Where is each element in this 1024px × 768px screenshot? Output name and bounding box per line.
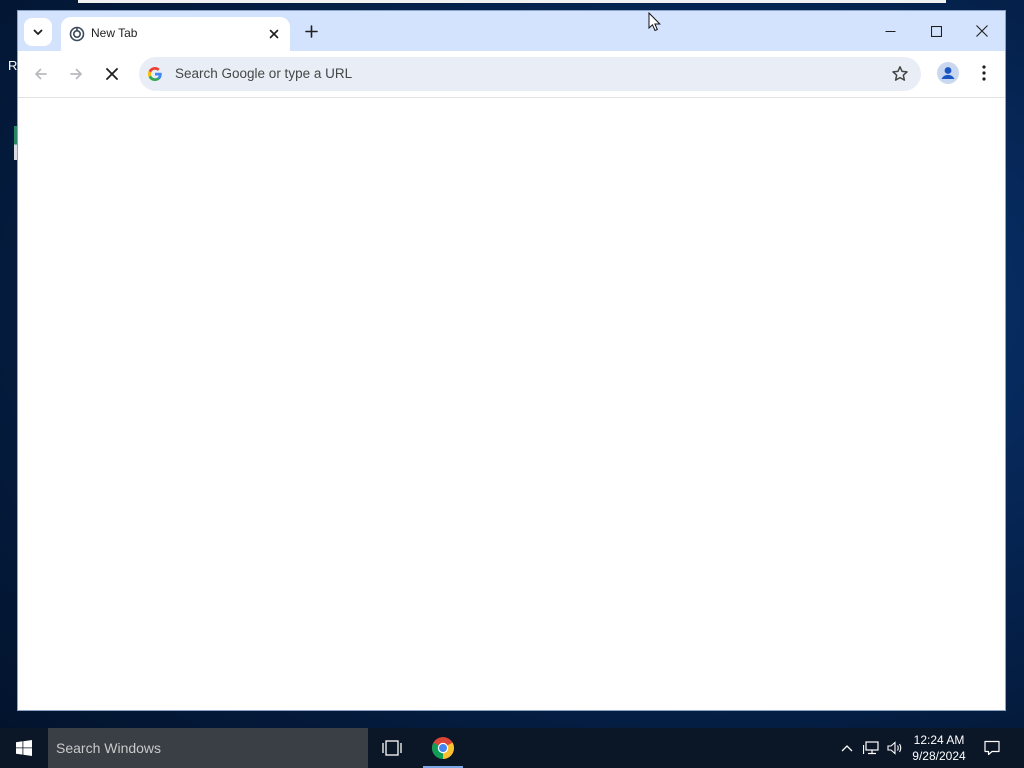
task-view-icon [382,740,402,756]
close-icon [269,29,279,39]
taskbar-search-box[interactable]: Search Windows [48,728,368,768]
network-icon [863,741,879,755]
tab-strip: New Tab [18,11,1005,51]
clock-time: 12:24 AM [913,733,965,747]
new-tab-button[interactable] [300,20,322,42]
profile-avatar-icon [937,62,959,84]
profile-button[interactable] [936,61,960,85]
chevron-down-icon [33,29,43,35]
more-vertical-icon [982,65,986,81]
chrome-newtab-icon [69,26,85,42]
show-hidden-icons-button[interactable] [835,728,859,768]
clock-date: 9/28/2024 [912,749,966,763]
back-button[interactable] [28,61,54,87]
minimize-button[interactable] [867,11,913,51]
google-g-icon [148,67,162,81]
minimize-icon [885,30,895,32]
chrome-icon [432,737,454,759]
maximize-icon [930,25,942,37]
action-center-button[interactable] [978,728,1006,768]
notification-icon [984,740,1000,756]
tab-close-button[interactable] [264,24,284,44]
browser-toolbar: Search Google or type a URL [18,51,1005,98]
tab-search-button[interactable] [24,18,52,46]
desktop-icon-label-partial: R [8,58,18,73]
maximize-button[interactable] [913,11,959,51]
chrome-window: New Tab Search Google or type a URL [17,10,1006,711]
close-icon [976,25,988,37]
page-content-area[interactable] [18,98,1005,710]
tab-title: New Tab [91,26,138,40]
chrome-taskbar-button[interactable] [423,728,463,768]
network-button[interactable] [859,728,883,768]
task-view-button[interactable] [372,728,412,768]
taskbar: Search Windows 12:24 AM 9/28/2024 [0,728,1024,768]
volume-icon [887,741,902,755]
address-bar[interactable]: Search Google or type a URL [139,57,921,91]
taskbar-clock[interactable]: 12:24 AM 9/28/2024 [905,732,973,764]
close-window-button[interactable] [959,11,1005,51]
browser-menu-button[interactable] [974,61,994,85]
taskbar-search-placeholder: Search Windows [56,740,162,756]
arrow-right-icon [70,68,82,80]
omnibox-placeholder: Search Google or type a URL [175,66,353,81]
mouse-cursor-icon [648,12,661,32]
plus-icon [304,24,318,38]
tab-new-tab[interactable]: New Tab [61,17,290,51]
stop-loading-button[interactable] [99,61,125,87]
volume-button[interactable] [883,728,907,768]
window-controls [867,11,1005,51]
chevron-up-icon [841,745,853,752]
bookmark-star-icon[interactable] [891,65,909,83]
desktop-background-window-edge [78,0,946,3]
forward-button[interactable] [63,61,89,87]
system-tray [835,728,907,768]
windows-logo-icon [16,740,32,756]
close-icon [106,68,118,80]
arrow-left-icon [35,68,47,80]
start-button[interactable] [0,728,48,768]
